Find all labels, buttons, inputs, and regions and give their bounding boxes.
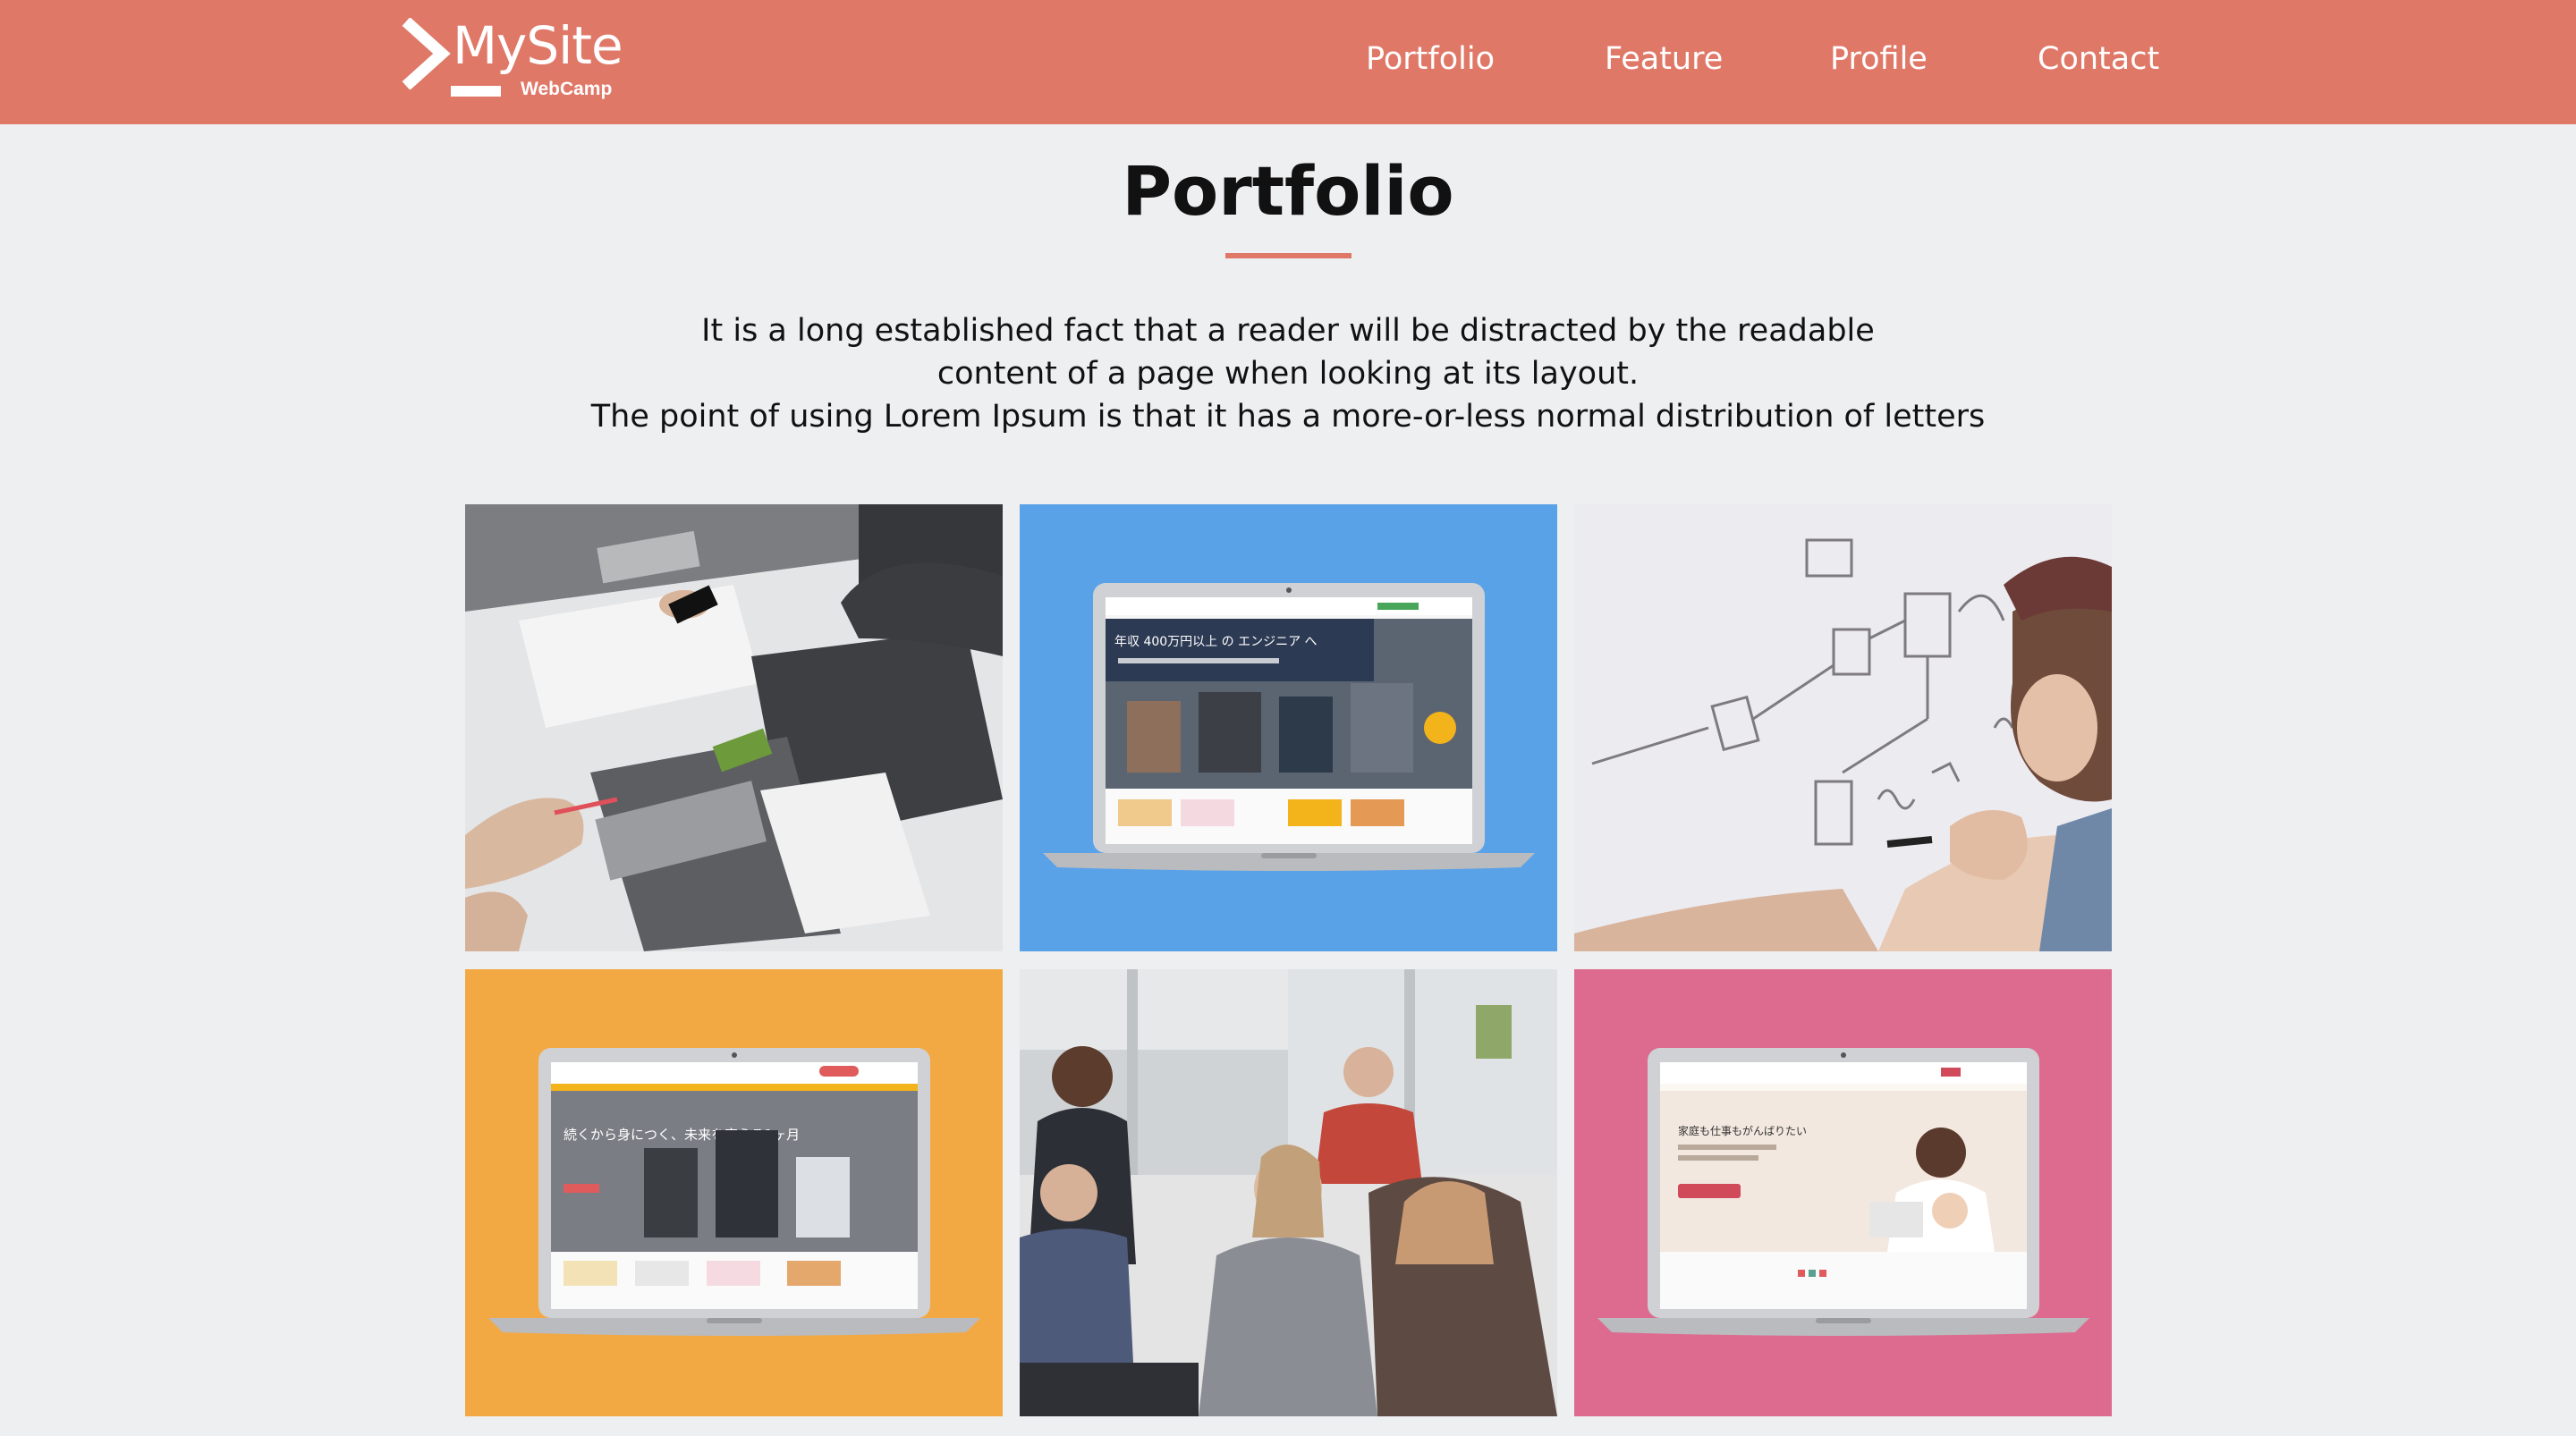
nav-contact[interactable]: Contact [2038, 41, 2159, 77]
screen-headline: 家庭も仕事もがんばりたい [1678, 1124, 1807, 1137]
intro-text: It is a long established fact that a rea… [0, 309, 2576, 438]
intro-line: content of a page when looking at its la… [936, 356, 1640, 392]
logo-subtitle: WebCamp [521, 79, 613, 99]
portfolio-tile-laptop-orange[interactable]: 続くから身につく、未来を変える1ヶ月 [465, 969, 1003, 1416]
nav-feature[interactable]: Feature [1605, 41, 1723, 77]
photo-desk-newspapers-icon [465, 504, 1003, 951]
site-header: MySite WebCamp Portfolio Feature Profile… [0, 0, 2576, 124]
portfolio-tile-laptop-pink[interactable]: 家庭も仕事もがんばりたい [1574, 969, 2112, 1416]
laptop-mockup-pink-icon: 家庭も仕事もがんばりたい [1574, 969, 2112, 1416]
title-underline [1225, 253, 1352, 258]
portfolio-tile-desk[interactable] [465, 504, 1003, 951]
page-title: Portfolio [1122, 151, 1454, 231]
laptop-mockup-blue-icon: 年収 400万円以上 の エンジニア へ [1020, 504, 1557, 951]
chevron-right-icon [402, 18, 451, 89]
site-logo[interactable]: MySite WebCamp [399, 14, 623, 104]
nav-portfolio[interactable]: Portfolio [1366, 41, 1495, 77]
screen-headline: 年収 400万円以上 の エンジニア へ [1114, 635, 1318, 649]
intro-line: It is a long established fact that a rea… [701, 313, 1875, 349]
portfolio-tile-whiteboard[interactable] [1574, 504, 2112, 951]
intro-line: The point of using Lorem Ipsum is that i… [590, 399, 1986, 435]
nav-profile[interactable]: Profile [1830, 41, 1928, 77]
photo-team-meeting-icon [1020, 969, 1557, 1416]
portfolio-tile-meeting[interactable] [1020, 969, 1557, 1416]
portfolio-tile-laptop-blue[interactable]: 年収 400万円以上 の エンジニア へ [1020, 504, 1557, 951]
logo-bar [451, 86, 501, 97]
photo-whiteboard-drawing-icon [1574, 504, 2112, 951]
laptop-mockup-orange-icon: 続くから身につく、未来を変える1ヶ月 [465, 969, 1003, 1416]
logo-title: MySite [453, 15, 623, 76]
